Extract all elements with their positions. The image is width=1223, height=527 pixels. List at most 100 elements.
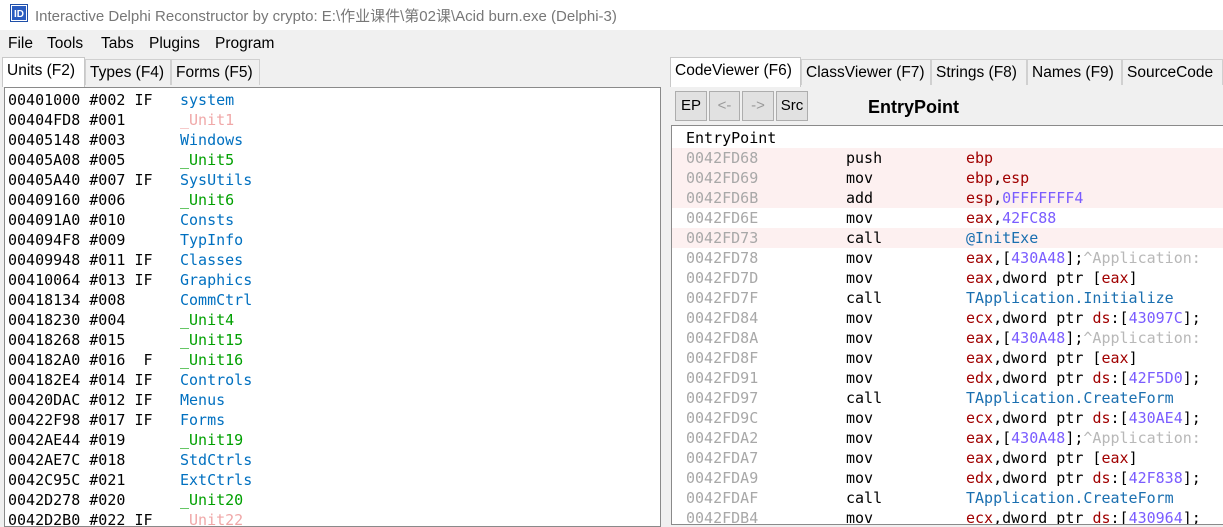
unit-row[interactable]: 00404FD8 #001 _Unit1 bbox=[8, 110, 234, 130]
tab-sourcecode[interactable]: SourceCode bbox=[1122, 59, 1223, 85]
units-list[interactable]: 00401000 #002 IF system 00404FD8 #001 _Uni… bbox=[4, 87, 661, 527]
operand-token: ] bbox=[1128, 349, 1138, 367]
right-pane: CodeViewer (F6) ClassViewer (F7) Strings… bbox=[668, 57, 1223, 525]
operand-token: , bbox=[993, 209, 1003, 227]
unit-row[interactable]: 00409160 #006 _Unit6 bbox=[8, 190, 234, 210]
tab-types[interactable]: Types (F4) bbox=[85, 59, 171, 85]
unit-row[interactable]: 004182E4 #014 IF Controls bbox=[8, 370, 252, 390]
unit-row[interactable]: 00418268 #015 _Unit15 bbox=[8, 330, 243, 350]
unit-row[interactable]: 00410064 #013 IF Graphics bbox=[8, 270, 252, 290]
code-operands: esp,0FFFFFFF4 bbox=[966, 188, 1083, 208]
unit-flag: IF bbox=[134, 411, 153, 429]
code-mnemonic: mov bbox=[846, 309, 874, 327]
code-operands: @InitExe bbox=[966, 228, 1038, 248]
code-line[interactable]: 0042FD78 mov eax,[430A48];^Application: bbox=[672, 248, 1223, 268]
code-line[interactable]: 0042FD84 mov ecx,dword ptr ds:[43097C]; bbox=[672, 308, 1223, 328]
unit-name: Graphics bbox=[180, 271, 253, 289]
menu-program[interactable]: Program bbox=[215, 35, 274, 53]
code-line[interactable]: 0042FD8F mov eax,dword ptr [eax] bbox=[672, 348, 1223, 368]
operand-token[interactable]: TApplication.CreateForm bbox=[966, 389, 1174, 407]
tab-names[interactable]: Names (F9) bbox=[1027, 59, 1122, 85]
unit-row[interactable]: 00422F98 #017 IF Forms bbox=[8, 410, 225, 430]
tab-strings[interactable]: Strings (F8) bbox=[931, 59, 1027, 85]
unit-number: #002 bbox=[89, 91, 126, 109]
code-line[interactable]: 0042FD6B add esp,0FFFFFFF4 bbox=[672, 188, 1223, 208]
unit-row[interactable]: 004182A0 #016 F _Unit16 bbox=[8, 350, 243, 370]
operand-token: ]; bbox=[1065, 249, 1084, 267]
code-line[interactable]: 0042FDB4 mov ecx,dword ptr ds:[430964]; bbox=[672, 508, 1223, 525]
code-line[interactable]: 0042FD69 mov ebp,esp bbox=[672, 168, 1223, 188]
tab-codeviewer[interactable]: CodeViewer (F6) bbox=[670, 57, 801, 87]
unit-row[interactable]: 0042C95C #021 ExtCtrls bbox=[8, 470, 252, 490]
code-line[interactable]: 0042FDA7 mov eax,dword ptr [eax] bbox=[672, 448, 1223, 468]
operand-token[interactable]: @InitExe bbox=[966, 229, 1038, 247]
operand-token: eax bbox=[966, 269, 994, 287]
tab-forms[interactable]: Forms (F5) bbox=[171, 59, 260, 85]
forward-button[interactable]: -> bbox=[742, 91, 774, 121]
code-viewer[interactable]: EntryPoint 0042FD68 push ebp 0042FD69 mov ebp… bbox=[671, 125, 1223, 525]
code-line[interactable]: 0042FD68 push ebp bbox=[672, 148, 1223, 168]
code-line[interactable]: 0042FDA2 mov eax,[430A48];^Application: bbox=[672, 428, 1223, 448]
code-operands: ecx,dword ptr ds:[43097C]; bbox=[966, 308, 1201, 328]
unit-row[interactable]: 00418134 #008 CommCtrl bbox=[8, 290, 252, 310]
unit-row[interactable]: 00418230 #004 _Unit4 bbox=[8, 310, 234, 330]
operand-token: ,dword ptr bbox=[993, 409, 1093, 427]
tab-classviewer[interactable]: ClassViewer (F7) bbox=[801, 59, 931, 85]
unit-row[interactable]: 0042AE7C #018 StdCtrls bbox=[8, 450, 252, 470]
unit-row[interactable]: 00405A40 #007 IF SysUtils bbox=[8, 170, 252, 190]
unit-flag: IF bbox=[134, 171, 153, 189]
operand-token: , bbox=[993, 169, 1003, 187]
unit-row[interactable]: 00420DAC #012 IF Menus bbox=[8, 390, 225, 410]
operand-token[interactable]: TApplication.CreateForm bbox=[966, 489, 1174, 507]
code-address: 0042FDB4 bbox=[686, 509, 759, 525]
code-line[interactable]: 0042FD7D mov eax,dword ptr [eax] bbox=[672, 268, 1223, 288]
operand-token: ^Application: bbox=[1083, 429, 1201, 447]
code-line[interactable]: 0042FDAF call TApplication.CreateForm bbox=[672, 488, 1223, 508]
unit-row[interactable]: 00401000 #002 IF system bbox=[8, 90, 234, 110]
code-line[interactable]: 0042FD8A mov eax,[430A48];^Application: bbox=[672, 328, 1223, 348]
unit-row[interactable]: 00405A08 #005 _Unit5 bbox=[8, 150, 234, 170]
unit-row[interactable]: 0042D2B0 #022 IF _Unit22 bbox=[8, 510, 243, 527]
menu-plugins[interactable]: Plugins bbox=[149, 35, 200, 53]
unit-row[interactable]: 004094F8 #009 TypInfo bbox=[8, 230, 243, 250]
code-operands: ebp,esp bbox=[966, 168, 1029, 188]
unit-row[interactable]: 00405148 #003 Windows bbox=[8, 130, 243, 150]
code-line[interactable]: 0042FD97 call TApplication.CreateForm bbox=[672, 388, 1223, 408]
code-line[interactable]: 0042FDA9 mov edx,dword ptr ds:[42F838]; bbox=[672, 468, 1223, 488]
menu-tabs[interactable]: Tabs bbox=[101, 35, 134, 53]
unit-row[interactable]: 0042AE44 #019 _Unit19 bbox=[8, 430, 243, 450]
code-mnemonic: call bbox=[846, 289, 883, 307]
operand-token[interactable]: TApplication.Initialize bbox=[966, 289, 1174, 307]
unit-number: #021 bbox=[89, 471, 126, 489]
unit-name: _Unit19 bbox=[180, 431, 244, 449]
code-line[interactable]: 0042FD7F call TApplication.Initialize bbox=[672, 288, 1223, 308]
operand-token: ^Application: bbox=[1083, 249, 1201, 267]
unit-name: Windows bbox=[180, 131, 244, 149]
operand-token: edx bbox=[966, 369, 994, 387]
menu-tools[interactable]: Tools bbox=[47, 35, 83, 53]
code-line[interactable]: 0042FD9C mov ecx,dword ptr ds:[430AE4]; bbox=[672, 408, 1223, 428]
operand-token: esp bbox=[1002, 169, 1030, 187]
code-mnemonic: mov bbox=[846, 369, 874, 387]
code-line[interactable]: 0042FD6E mov eax,42FC88 bbox=[672, 208, 1223, 228]
unit-row[interactable]: 0042D278 #020 _Unit20 bbox=[8, 490, 243, 510]
unit-number: #006 bbox=[89, 191, 126, 209]
menu-bar: File Tools Tabs Plugins Program bbox=[0, 31, 1223, 57]
back-button[interactable]: <- bbox=[709, 91, 740, 121]
code-mnemonic: mov bbox=[846, 469, 874, 487]
entry-point-button[interactable]: EP bbox=[675, 91, 707, 121]
unit-address: 00422F98 bbox=[8, 411, 81, 429]
code-line[interactable]: 0042FD73 call @InitExe bbox=[672, 228, 1223, 248]
unit-row[interactable]: 00409948 #011 IF Classes bbox=[8, 250, 243, 270]
menu-file[interactable]: File bbox=[8, 35, 33, 53]
unit-row[interactable]: 004091A0 #010 Consts bbox=[8, 210, 234, 230]
tab-units[interactable]: Units (F2) bbox=[2, 57, 85, 87]
source-button[interactable]: Src bbox=[776, 91, 808, 121]
unit-name: Controls bbox=[180, 371, 253, 389]
code-address: 0042FD69 bbox=[686, 169, 759, 187]
unit-number: #022 bbox=[89, 511, 126, 527]
operand-token: eax bbox=[966, 249, 994, 267]
operand-token: ,dword ptr bbox=[993, 369, 1093, 387]
operand-token: 42F5D0 bbox=[1128, 369, 1183, 387]
code-line[interactable]: 0042FD91 mov edx,dword ptr ds:[42F5D0]; bbox=[672, 368, 1223, 388]
